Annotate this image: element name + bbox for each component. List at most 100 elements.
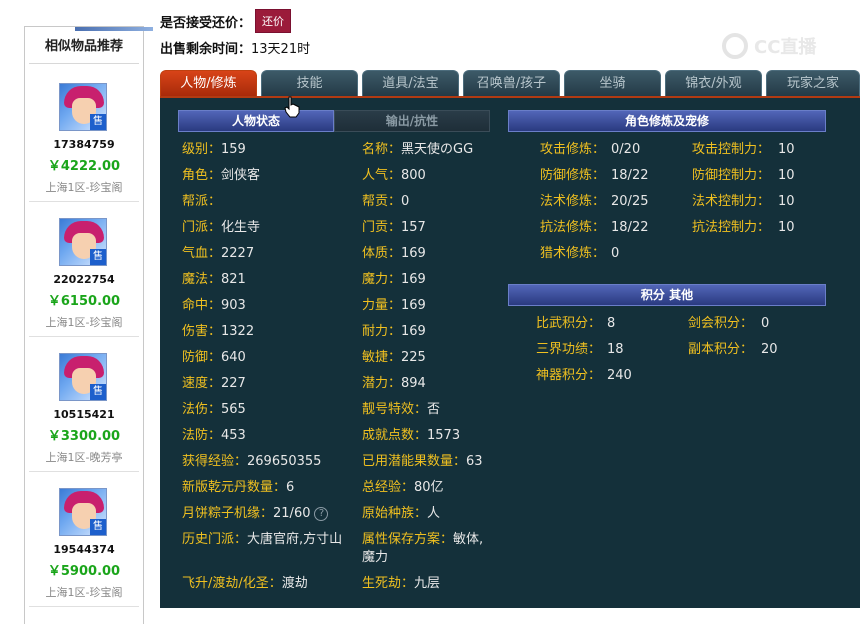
score-section-header: 积分 其他 [508,284,826,306]
subtab-output-resistance[interactable]: 输出/抗性 [334,110,490,132]
stat-row: 帮派： [182,194,222,209]
bargain-label: 是否接受还价： [160,15,252,31]
tab-pets[interactable]: 召唤兽/孩子 [463,70,560,96]
similar-item-3[interactable]: 售 10515421 ￥3300.00 上海1区-晚芳亭 [25,353,143,488]
stat-row: 法伤：565 [182,402,246,417]
stat-row: 总经验：80亿 [362,480,444,495]
control-row: 法术控制力： 10 [692,194,795,209]
stat-row: 原始种族：人 [362,506,441,521]
stat-row: 门派：化生寺 [182,220,261,235]
subtab-character-status[interactable]: 人物状态 [178,110,334,132]
item-separator [29,201,139,202]
stat-row: 角色：剑侠客 [182,168,261,183]
cultivation-row: 抗法修炼： 18/22 [540,220,649,235]
item-server: 上海1区-珍宝阁 [45,316,123,329]
tab-player-home[interactable]: 玩家之家 [766,70,860,96]
tab-character[interactable]: 人物/修炼 [160,70,257,96]
character-avatar[interactable]: 售 [59,218,107,266]
stat-row: 耐力：169 [362,324,426,339]
stat-row: 名称：黑天使のGG [362,142,474,157]
bargain-row: 是否接受还价： 还价 [160,9,292,33]
item-server: 上海1区-珍宝阁 [45,586,123,599]
score-row: 三界功绩： 18 [536,342,624,357]
item-price: ￥3300.00 [47,429,121,444]
stat-row: 气血：2227 [182,246,255,261]
item-id[interactable]: 10515421 [25,408,143,421]
tab-skills[interactable]: 技能 [261,70,358,96]
control-row: 防御控制力： 10 [692,168,795,183]
stat-row: 月饼粽子机缘：21/60? [182,505,329,523]
control-row: 抗法控制力： 10 [692,220,795,235]
item-id[interactable]: 17384759 [25,138,143,151]
sidebar-top-strip [75,27,153,31]
character-avatar[interactable]: 售 [59,488,107,536]
score-row: 神器积分： 240 [536,368,632,383]
item-id[interactable]: 22022754 [25,273,143,286]
similar-items-sidebar: 相似物品推荐 售 17384759 ￥4222.00 上海1区-珍宝阁 售 22… [24,26,153,624]
similar-item-4[interactable]: 售 19544374 ￥5900.00 上海1区-珍宝阁 [25,488,143,623]
score-row: 比武积分： 8 [536,316,616,331]
help-icon[interactable]: ? [314,506,329,521]
score-row: 副本积分： 20 [688,342,778,357]
sale-badge: 售 [90,384,106,400]
item-separator [29,336,139,337]
item-separator [29,471,139,472]
similar-item-2[interactable]: 售 22022754 ￥6150.00 上海1区-珍宝阁 [25,218,143,353]
tab-items[interactable]: 道具/法宝 [362,70,459,96]
similar-item-1[interactable]: 售 17384759 ￥4222.00 上海1区-珍宝阁 [25,83,143,218]
control-row: 攻击控制力： 10 [692,142,795,157]
stat-row: 防御：640 [182,350,246,365]
character-avatar[interactable]: 售 [59,353,107,401]
detail-tabs: 人物/修炼 技能 道具/法宝 召唤兽/孩子 坐骑 锦衣/外观 玩家之家 [160,70,860,96]
cultivation-row: 法术修炼： 20/25 [540,194,649,209]
stat-row: 速度：227 [182,376,246,391]
item-id[interactable]: 19544374 [25,543,143,556]
item-server: 上海1区-晚芳亭 [45,451,123,464]
sale-badge: 售 [90,249,106,265]
score-row: 剑会积分： 0 [688,316,770,331]
bargain-button[interactable]: 还价 [255,9,292,33]
character-panel: 人物状态 输出/抗性 角色修炼及宠修 积分 其他 级别：159 角色：剑侠客 帮… [160,96,860,608]
cultivation-row: 攻击修炼： 0/20 [540,142,641,157]
hand-cursor-icon [284,96,300,118]
item-separator [29,606,139,607]
stat-row: 门贡：157 [362,220,426,235]
stat-row: 体质：169 [362,246,426,261]
stat-row: 潜力：894 [362,376,426,391]
tab-mounts[interactable]: 坐骑 [564,70,661,96]
stat-row: 力量：169 [362,298,426,313]
stat-row: 级别：159 [182,142,246,157]
stat-row: 成就点数：1573 [362,428,461,443]
cultivation-row: 防御修炼： 18/22 [540,168,649,183]
stat-row: 帮贡：0 [362,194,410,209]
character-avatar[interactable]: 售 [59,83,107,131]
item-server: 上海1区-珍宝阁 [45,181,123,194]
sale-badge: 售 [90,519,106,535]
watermark-text: CC直播 [754,37,817,58]
stream-watermark: CC直播 [722,30,842,62]
item-price: ￥6150.00 [47,294,121,309]
item-price: ￥4222.00 [47,159,121,174]
stat-row: 获得经验：269650355 [182,454,322,469]
stat-row: 属性保存方案：敏体,魔力 [362,532,484,565]
stat-row: 历史门派：大唐官府,方寸山 [182,532,343,547]
stat-row: 生死劫：九层 [362,576,441,591]
stat-row: 魔法：821 [182,272,246,287]
tab-outfits[interactable]: 锦衣/外观 [665,70,762,96]
watermark-logo-icon [722,33,748,59]
stat-row: 新版乾元丹数量：6 [182,480,295,495]
sidebar-divider [29,63,139,64]
stat-row: 伤害：1322 [182,324,255,339]
stat-row: 人气：800 [362,168,426,183]
stat-row: 飞升/渡劫/化圣：渡劫 [182,576,308,591]
remaining-time-row: 出售剩余时间：13天21时 [160,38,310,57]
stat-row: 敏捷：225 [362,350,426,365]
cultivation-row: 猎术修炼： 0 [540,246,620,261]
stat-row: 已用潜能果数量：63 [362,454,483,469]
stat-row: 法防：453 [182,428,246,443]
sidebar-title: 相似物品推荐 [44,39,123,54]
sale-badge: 售 [90,114,106,130]
remaining-time-value: 13天21时 [251,42,311,57]
stat-row: 魔力：169 [362,272,426,287]
item-price: ￥5900.00 [47,564,121,579]
